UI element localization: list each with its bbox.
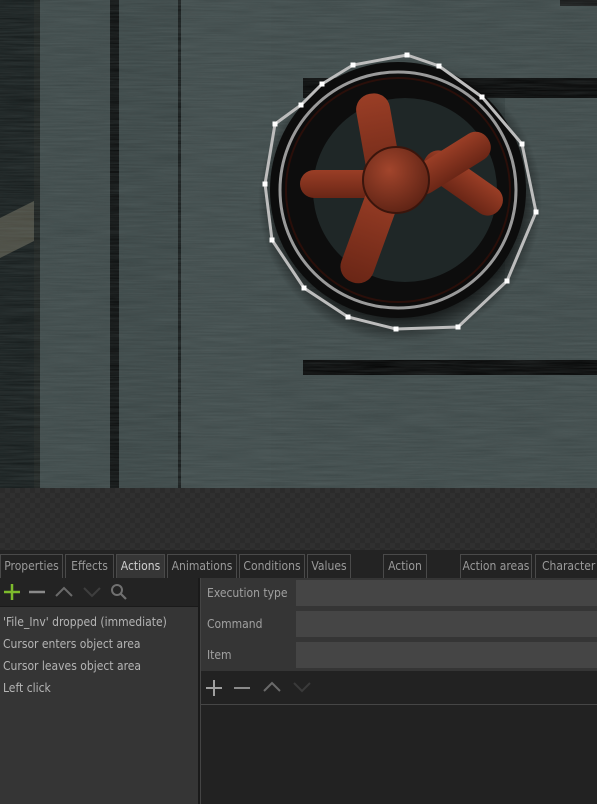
plus-icon[interactable]	[2, 582, 22, 602]
plus-icon[interactable]	[204, 678, 224, 698]
command-row: Command	[201, 610, 597, 638]
item-row: Item	[201, 641, 597, 669]
polygon-vertex-handle[interactable]	[319, 81, 325, 87]
polygon-vertex-handle[interactable]	[533, 209, 539, 215]
polygon-vertex-handle[interactable]	[393, 326, 399, 332]
polygon-vertex-handle[interactable]	[404, 52, 410, 58]
polygon-vertex-handle[interactable]	[262, 181, 268, 187]
polygon-vertex-handle[interactable]	[345, 314, 351, 320]
execution-type-field[interactable]	[296, 580, 597, 606]
action-panel: Execution type Command Item	[201, 578, 597, 804]
chevron-down-icon[interactable]	[292, 677, 312, 697]
polygon-vertex-handle[interactable]	[519, 141, 525, 147]
polygon-vertex-handle[interactable]	[504, 278, 510, 284]
polygon-vertex-handle[interactable]	[269, 237, 275, 243]
minus-icon[interactable]	[27, 582, 47, 602]
execution-type-label: Execution type	[207, 586, 288, 600]
tab-character[interactable]: Character	[535, 554, 597, 578]
item-label: Item	[207, 648, 232, 662]
events-toolbar	[0, 578, 198, 607]
polygon-vertex-handle[interactable]	[298, 102, 304, 108]
command-label: Command	[207, 617, 263, 631]
search-icon[interactable]	[109, 582, 129, 602]
chevron-up-icon[interactable]	[262, 677, 282, 697]
commands-toolbar	[201, 672, 597, 705]
list-item[interactable]: Left click	[0, 677, 198, 699]
polygon-vertex-handle[interactable]	[436, 63, 442, 69]
polygon-vertex-handle[interactable]	[272, 121, 278, 127]
polygon-vertex-handle[interactable]	[455, 324, 461, 330]
event-list: 'File_Inv' dropped (immediate) Cursor en…	[0, 611, 198, 699]
tab-action-areas[interactable]: Action areas	[460, 554, 532, 578]
scene-viewport[interactable]	[0, 0, 597, 488]
tab-actions[interactable]: Actions	[116, 554, 165, 578]
list-item[interactable]: 'File_Inv' dropped (immediate)	[0, 611, 198, 633]
item-field[interactable]	[296, 642, 597, 668]
polygon-vertex-handle[interactable]	[350, 62, 356, 68]
events-panel: 'File_Inv' dropped (immediate) Cursor en…	[0, 578, 198, 804]
tab-properties[interactable]: Properties	[0, 554, 63, 578]
list-item[interactable]: Cursor enters object area	[0, 633, 198, 655]
command-list[interactable]	[201, 706, 597, 804]
tab-conditions[interactable]: Conditions	[239, 554, 305, 578]
polygon-vertex-handle[interactable]	[301, 285, 307, 291]
chevron-up-icon[interactable]	[54, 582, 74, 602]
tab-values[interactable]: Values	[307, 554, 351, 578]
action-properties: Execution type Command Item	[201, 578, 597, 671]
chevron-down-icon[interactable]	[82, 582, 102, 602]
tab-bar: Properties Effects Actions Animations Co…	[0, 550, 597, 578]
minus-icon[interactable]	[232, 678, 252, 698]
scene-canvas[interactable]	[0, 0, 597, 488]
tab-action[interactable]: Action	[383, 554, 427, 578]
tab-effects[interactable]: Effects	[65, 554, 114, 578]
list-item[interactable]: Cursor leaves object area	[0, 655, 198, 677]
polygon-vertex-handle[interactable]	[479, 94, 485, 100]
tab-animations[interactable]: Animations	[167, 554, 237, 578]
execution-type-row: Execution type	[201, 579, 597, 607]
command-field[interactable]	[296, 611, 597, 637]
transparent-backdrop	[0, 488, 597, 550]
